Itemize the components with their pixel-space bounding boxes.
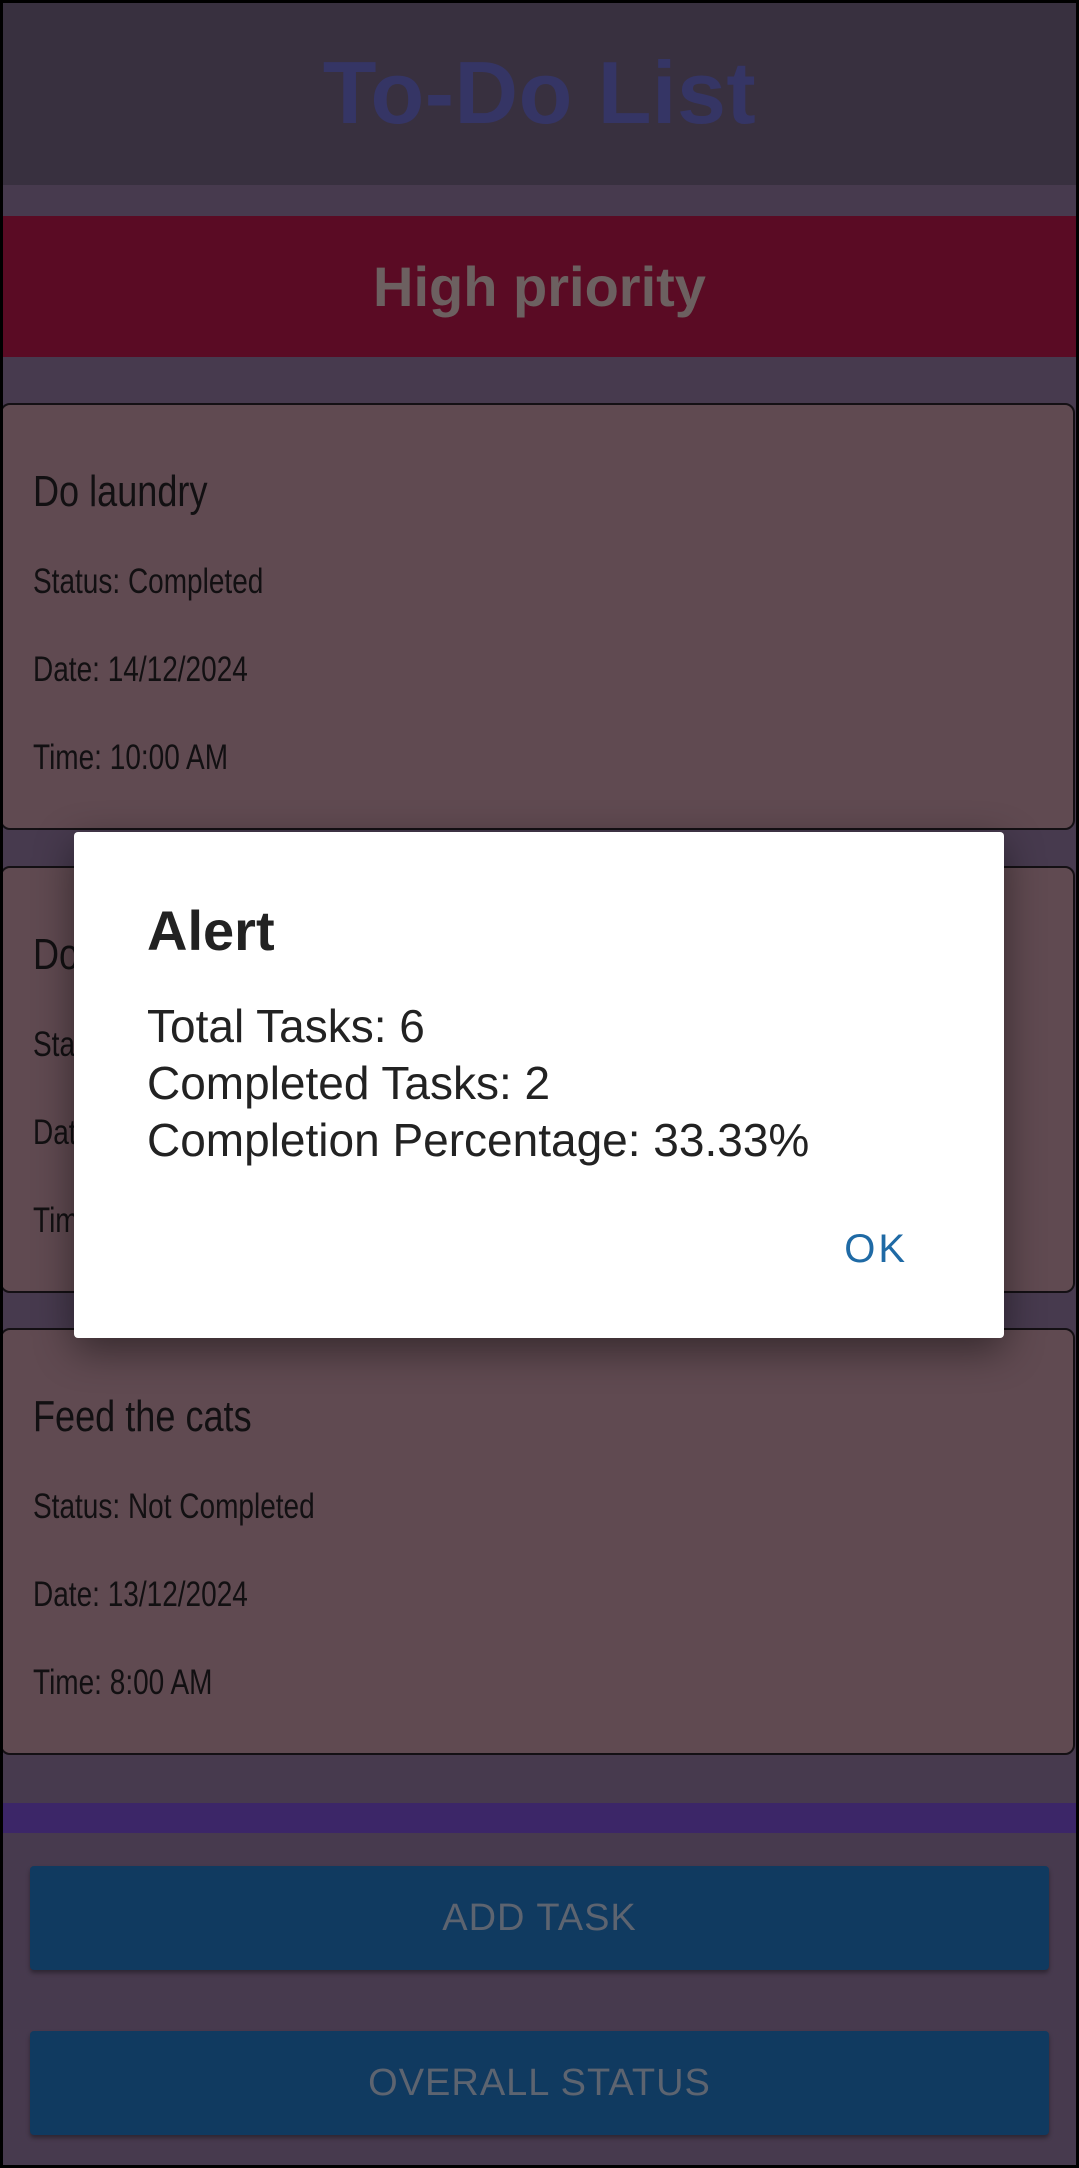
dialog-message: Total Tasks: 6 Completed Tasks: 2 Comple… (147, 998, 809, 1169)
dialog-message-line: Completion Percentage: 33.33% (147, 1114, 810, 1166)
todo-app-screen: To-Do List High priority Do laundry Stat… (0, 0, 1079, 2168)
ok-button[interactable]: OK (844, 1227, 908, 1272)
dialog-title: Alert (147, 899, 275, 962)
dialog-message-line: Completed Tasks: 2 (147, 1057, 551, 1109)
alert-dialog: Alert Total Tasks: 6 Completed Tasks: 2 … (74, 832, 1004, 1338)
dialog-message-line: Total Tasks: 6 (147, 1000, 425, 1052)
